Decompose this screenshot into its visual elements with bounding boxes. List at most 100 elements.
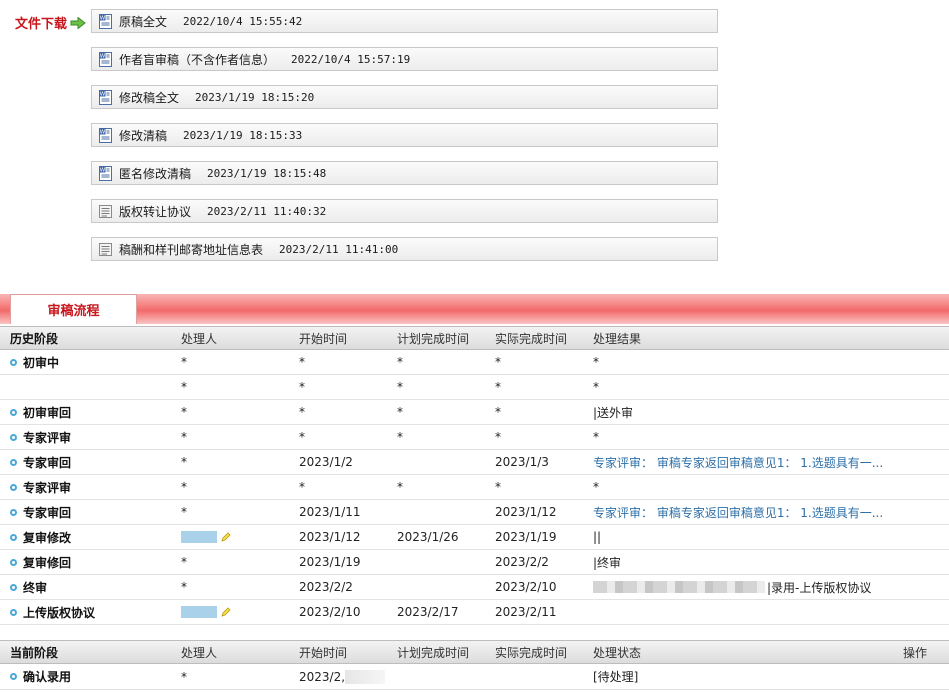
file-name-link[interactable]: 匿名修改清稿 bbox=[119, 165, 191, 182]
handler-cell: * bbox=[181, 405, 187, 419]
tab-review-process[interactable]: 审稿流程 bbox=[10, 294, 137, 324]
file-upload-time: 2023/1/19 18:15:20 bbox=[195, 90, 315, 104]
redacted-blur bbox=[181, 531, 217, 543]
file-download-item[interactable]: W 作者盲审稿（不含作者信息） 2022/10/4 15:57:19 bbox=[91, 47, 718, 71]
history-row: * * * * * bbox=[0, 375, 949, 400]
history-row: 复审修回 * 2023/1/19 2023/2/2 |终审 bbox=[0, 550, 949, 575]
handler-cell: * bbox=[181, 455, 187, 469]
result-cell: || bbox=[593, 530, 602, 544]
actual-time-cell: 2023/1/3 bbox=[495, 455, 549, 469]
col-header-action: 操作 bbox=[903, 645, 928, 660]
file-upload-time: 2023/1/19 18:15:33 bbox=[183, 128, 303, 142]
start-time-cell: * bbox=[299, 430, 305, 444]
col-header-history-stage: 历史阶段 bbox=[10, 331, 59, 346]
stage-name: 上传版权协议 bbox=[23, 605, 96, 620]
result-cell: |录用-上传版权协议 bbox=[593, 575, 871, 599]
start-time-cell: * bbox=[299, 405, 305, 419]
actual-time-cell: * bbox=[495, 480, 501, 494]
result-cell: * bbox=[593, 380, 599, 394]
start-time-cell: 2023/1/19 bbox=[299, 555, 361, 569]
file-name-link[interactable]: 作者盲审稿（不含作者信息） bbox=[119, 51, 275, 68]
handler-cell: * bbox=[181, 555, 187, 569]
file-name-link[interactable]: 版权转让协议 bbox=[119, 203, 191, 220]
bullet-icon bbox=[10, 583, 17, 591]
plan-time-cell: * bbox=[397, 355, 403, 369]
stage-name: 复审修回 bbox=[23, 555, 72, 570]
result-cell: * bbox=[593, 480, 599, 494]
svg-text:W: W bbox=[100, 91, 106, 97]
actual-time-cell: 2023/1/12 bbox=[495, 505, 557, 519]
result-cell[interactable]: 专家评审： 审稿专家返回审稿意见1： 1.选题具有一... bbox=[593, 450, 883, 474]
stage-name: 终审 bbox=[23, 580, 48, 595]
col-header-actual-time: 实际完成时间 bbox=[495, 645, 568, 660]
word-doc-icon: W bbox=[98, 89, 119, 105]
plan-time-cell: * bbox=[397, 430, 403, 444]
start-time-cell: * bbox=[299, 380, 305, 394]
col-header-result: 处理结果 bbox=[593, 331, 642, 346]
col-header-handler: 处理人 bbox=[181, 645, 218, 660]
result-cell: * bbox=[593, 355, 599, 369]
start-time-cell: 2023/2, bbox=[299, 664, 386, 689]
bullet-icon bbox=[10, 508, 17, 516]
file-name-link[interactable]: 原稿全文 bbox=[119, 13, 167, 30]
actual-time-cell: * bbox=[495, 380, 501, 394]
history-row: 专家评审 * * * * * bbox=[0, 475, 949, 500]
file-name-link[interactable]: 修改稿全文 bbox=[119, 89, 179, 106]
plan-time-cell: 2023/2/17 bbox=[397, 605, 459, 619]
file-download-item[interactable]: W 原稿全文 2022/10/4 15:55:42 bbox=[91, 9, 718, 33]
handler-cell: * bbox=[181, 380, 187, 394]
col-header-start-time: 开始时间 bbox=[299, 331, 348, 346]
file-download-item[interactable]: 稿酬和样刊邮寄地址信息表 2023/2/11 11:41:00 bbox=[91, 237, 718, 261]
actual-time-cell: 2023/1/19 bbox=[495, 530, 557, 544]
file-download-item[interactable]: 版权转让协议 2023/2/11 11:40:32 bbox=[91, 199, 718, 223]
tab-bar: 审稿流程 bbox=[0, 294, 949, 324]
file-upload-time: 2023/2/11 11:40:32 bbox=[207, 204, 327, 218]
plan-time-cell: * bbox=[397, 405, 403, 419]
bullet-icon bbox=[10, 358, 17, 366]
col-header-status: 处理状态 bbox=[593, 645, 642, 660]
generic-doc-icon bbox=[98, 204, 119, 219]
bullet-icon bbox=[10, 483, 17, 491]
pencil-icon bbox=[221, 607, 231, 617]
result-cell: * bbox=[593, 430, 599, 444]
svg-text:W: W bbox=[100, 167, 106, 173]
file-name-link[interactable]: 稿酬和样刊邮寄地址信息表 bbox=[119, 241, 263, 258]
file-name-link[interactable]: 修改清稿 bbox=[119, 127, 167, 144]
file-download-label: 文件下载 bbox=[15, 13, 86, 32]
bullet-icon bbox=[10, 458, 17, 466]
col-header-current-stage: 当前阶段 bbox=[10, 645, 59, 660]
svg-text:W: W bbox=[100, 15, 106, 21]
word-doc-icon: W bbox=[98, 165, 119, 181]
plan-time-cell: * bbox=[397, 380, 403, 394]
actual-time-cell: * bbox=[495, 430, 501, 444]
stage-name: 专家审回 bbox=[23, 505, 72, 520]
plan-time-cell: 2023/1/26 bbox=[397, 530, 459, 544]
stage-name: 初审中 bbox=[23, 355, 60, 370]
status-cell: [待处理] bbox=[593, 670, 639, 684]
review-opinion-link[interactable]: 专家评审： 审稿专家返回审稿意见1： 1.选题具有一... bbox=[593, 454, 883, 471]
actual-time-cell: 2023/2/11 bbox=[495, 605, 557, 619]
bullet-icon bbox=[10, 558, 17, 566]
file-download-item[interactable]: W 修改清稿 2023/1/19 18:15:33 bbox=[91, 123, 718, 147]
start-time-cell: * bbox=[299, 355, 305, 369]
result-cell[interactable]: 专家评审： 审稿专家返回审稿意见1： 1.选题具有一... bbox=[593, 500, 883, 524]
history-row: 上传版权协议 2023/2/10 2023/2/17 2023/2/11 bbox=[0, 600, 949, 625]
history-row: 初审审回 * * * * |送外审 bbox=[0, 400, 949, 425]
redacted-blur bbox=[593, 581, 765, 593]
actual-time-cell: 2023/2/2 bbox=[495, 555, 549, 569]
review-opinion-link[interactable]: 专家评审： 审稿专家返回审稿意见1： 1.选题具有一... bbox=[593, 504, 883, 521]
file-upload-time: 2023/2/11 11:41:00 bbox=[279, 242, 399, 256]
history-row: 初审中 * * * * * bbox=[0, 350, 949, 375]
file-download-item[interactable]: W 匿名修改清稿 2023/1/19 18:15:48 bbox=[91, 161, 718, 185]
handler-cell bbox=[181, 525, 231, 549]
word-doc-icon: W bbox=[98, 51, 119, 67]
generic-doc-icon bbox=[98, 242, 119, 257]
start-time-cell: 2023/2/10 bbox=[299, 605, 361, 619]
start-time-cell: 2023/2/2 bbox=[299, 580, 353, 594]
handler-cell: * bbox=[181, 580, 187, 594]
start-time-cell: 2023/1/12 bbox=[299, 530, 361, 544]
bullet-icon bbox=[10, 433, 17, 441]
file-download-item[interactable]: W 修改稿全文 2023/1/19 18:15:20 bbox=[91, 85, 718, 109]
start-time-cell: 2023/1/2 bbox=[299, 455, 353, 469]
handler-cell: * bbox=[181, 430, 187, 444]
